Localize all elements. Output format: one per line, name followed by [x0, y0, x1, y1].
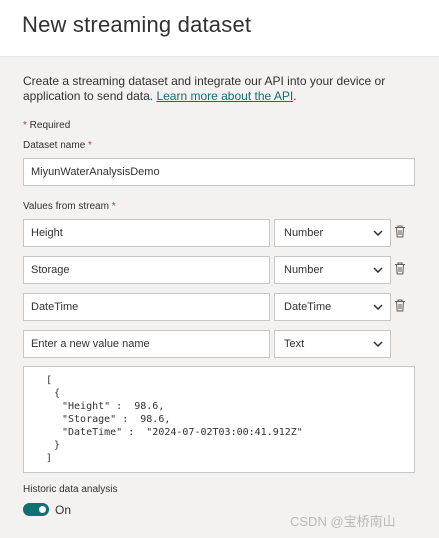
historic-data-toggle-label: On — [55, 503, 72, 517]
toggle-knob — [39, 506, 46, 513]
value-name-text: DateTime — [31, 301, 79, 313]
dataset-name-label-text: Dataset name — [23, 140, 86, 151]
value-name-text: Storage — [31, 264, 70, 276]
json-open-bracket: [ — [46, 375, 53, 386]
required-star: * — [108, 201, 116, 212]
value-type-text: DateTime — [284, 301, 332, 313]
value-type-text: Text — [284, 338, 305, 350]
chevron-down-icon — [373, 304, 383, 310]
streaming-dataset-page: New streaming dataset Create a streaming… — [0, 0, 439, 538]
json-line-storage: "Storage" : 98.6, — [62, 414, 171, 425]
dataset-name-label: Dataset name * — [23, 140, 92, 151]
required-star: * — [23, 120, 30, 131]
learn-more-link[interactable]: Learn more about the API — [156, 89, 293, 103]
required-star: * — [85, 140, 92, 151]
json-line-height: "Height" : 98.6, — [62, 401, 165, 412]
json-line-datetime: "DateTime" : "2024-07-02T03:00:41.912Z" — [62, 427, 303, 438]
trash-icon[interactable] — [394, 262, 406, 275]
value-type-text: Number — [284, 227, 324, 239]
json-close-brace: } — [54, 440, 61, 451]
trash-icon[interactable] — [394, 225, 406, 238]
dialog-title: New streaming dataset — [22, 12, 252, 37]
values-from-stream-label: Values from stream * — [23, 201, 116, 212]
trash-icon[interactable] — [394, 299, 406, 312]
historic-data-toggle[interactable] — [23, 503, 49, 516]
value-name-input-storage[interactable]: Storage — [23, 256, 270, 284]
watermark: CSDN @宝桥南山 — [290, 514, 396, 529]
value-type-select-datetime[interactable]: DateTime — [274, 293, 391, 321]
chevron-down-icon — [373, 230, 383, 236]
required-note: * Required — [23, 120, 70, 131]
historic-data-label: Historic data analysis — [23, 484, 118, 495]
dialog-description: Create a streaming dataset and integrate… — [23, 74, 418, 104]
value-name-input-datetime[interactable]: DateTime — [23, 293, 270, 321]
dialog-header: New streaming dataset — [0, 0, 439, 57]
value-type-select-height[interactable]: Number — [274, 219, 391, 247]
value-type-text: Number — [284, 264, 324, 276]
value-type-select-storage[interactable]: Number — [274, 256, 391, 284]
dataset-name-input[interactable]: MiyunWaterAnalysisDemo — [23, 158, 415, 186]
value-name-input-height[interactable]: Height — [23, 219, 270, 247]
description-end: . — [293, 89, 297, 103]
json-open-brace: { — [54, 388, 61, 399]
new-value-name-input[interactable]: Enter a new value name — [23, 330, 270, 358]
value-name-text: Height — [31, 227, 63, 239]
new-value-type-select[interactable]: Text — [274, 330, 391, 358]
dataset-name-value: MiyunWaterAnalysisDemo — [31, 166, 160, 178]
new-value-placeholder: Enter a new value name — [31, 338, 150, 350]
chevron-down-icon — [373, 341, 383, 347]
required-note-text: Required — [29, 120, 71, 131]
chevron-down-icon — [373, 267, 383, 273]
values-label-text: Values from stream — [23, 201, 109, 212]
json-preview-box[interactable]: [ { "Height" : 98.6, "Storage" : 98.6, "… — [23, 366, 415, 473]
json-close-bracket: ] — [46, 453, 53, 464]
